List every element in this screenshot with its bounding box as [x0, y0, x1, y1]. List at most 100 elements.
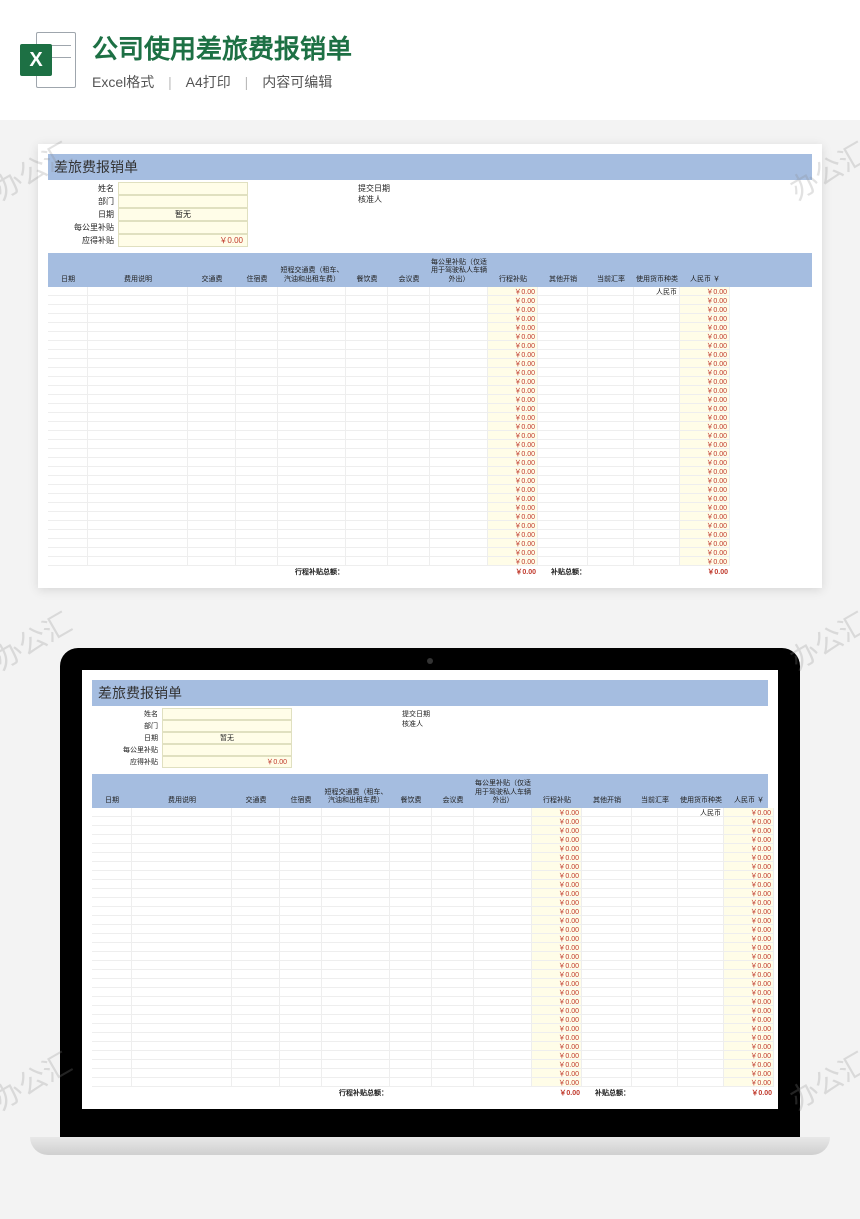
table-cell[interactable] [132, 907, 232, 916]
table-cell[interactable] [280, 961, 322, 970]
table-cell[interactable] [538, 548, 588, 557]
table-cell[interactable] [346, 422, 388, 431]
table-cell[interactable] [322, 1033, 390, 1042]
table-cell[interactable] [632, 970, 678, 979]
table-cell[interactable] [188, 413, 236, 422]
table-cell[interactable] [346, 377, 388, 386]
table-cell[interactable] [632, 844, 678, 853]
table-cell[interactable] [390, 1006, 432, 1015]
table-cell[interactable] [432, 889, 474, 898]
table-cell[interactable] [588, 440, 634, 449]
table-cell[interactable]: ￥0.00 [680, 485, 730, 494]
field-perkm[interactable] [162, 744, 292, 756]
table-cell[interactable]: ￥0.00 [724, 826, 774, 835]
table-cell[interactable] [322, 979, 390, 988]
table-cell[interactable] [278, 539, 346, 548]
table-cell[interactable] [474, 880, 532, 889]
table-cell[interactable] [48, 476, 88, 485]
table-cell[interactable] [92, 853, 132, 862]
table-cell[interactable] [346, 332, 388, 341]
table-cell[interactable]: ￥0.00 [532, 970, 582, 979]
table-cell[interactable] [280, 853, 322, 862]
table-cell[interactable] [474, 1042, 532, 1051]
table-cell[interactable] [322, 898, 390, 907]
table-cell[interactable]: ￥0.00 [532, 925, 582, 934]
table-cell[interactable] [232, 925, 280, 934]
table-cell[interactable]: ￥0.00 [724, 934, 774, 943]
table-cell[interactable]: ￥0.00 [488, 440, 538, 449]
table-cell[interactable] [346, 467, 388, 476]
table-cell[interactable] [388, 305, 430, 314]
table-cell[interactable] [388, 413, 430, 422]
table-cell[interactable] [88, 296, 188, 305]
table-cell[interactable] [322, 826, 390, 835]
table-cell[interactable] [92, 835, 132, 844]
table-cell[interactable] [188, 467, 236, 476]
table-cell[interactable] [132, 871, 232, 880]
table-cell[interactable] [92, 961, 132, 970]
table-cell[interactable] [278, 386, 346, 395]
table-cell[interactable] [430, 440, 488, 449]
table-cell[interactable] [538, 422, 588, 431]
table-cell[interactable] [322, 916, 390, 925]
table-cell[interactable]: ￥0.00 [532, 943, 582, 952]
table-cell[interactable] [322, 1024, 390, 1033]
table-cell[interactable]: ￥0.00 [532, 826, 582, 835]
table-cell[interactable] [538, 413, 588, 422]
table-cell[interactable]: ￥0.00 [488, 485, 538, 494]
table-cell[interactable] [88, 305, 188, 314]
table-cell[interactable] [538, 350, 588, 359]
table-cell[interactable]: ￥0.00 [488, 413, 538, 422]
table-cell[interactable] [388, 503, 430, 512]
table-cell[interactable] [432, 907, 474, 916]
table-cell[interactable] [132, 844, 232, 853]
table-cell[interactable] [88, 368, 188, 377]
table-cell[interactable] [678, 907, 724, 916]
table-cell[interactable] [588, 458, 634, 467]
table-cell[interactable]: ￥0.00 [680, 476, 730, 485]
table-cell[interactable] [678, 880, 724, 889]
table-cell[interactable] [632, 1069, 678, 1078]
table-cell[interactable] [48, 557, 88, 566]
table-cell[interactable] [48, 287, 88, 296]
table-cell[interactable] [430, 296, 488, 305]
table-cell[interactable] [188, 305, 236, 314]
table-cell[interactable] [92, 880, 132, 889]
table-cell[interactable]: ￥0.00 [680, 422, 730, 431]
table-cell[interactable] [632, 934, 678, 943]
table-cell[interactable] [88, 377, 188, 386]
table-cell[interactable]: ￥0.00 [724, 844, 774, 853]
table-cell[interactable]: ￥0.00 [532, 1006, 582, 1015]
table-cell[interactable] [236, 323, 278, 332]
table-cell[interactable] [278, 413, 346, 422]
table-cell[interactable] [232, 871, 280, 880]
table-cell[interactable]: ￥0.00 [680, 413, 730, 422]
table-cell[interactable]: ￥0.00 [532, 916, 582, 925]
table-cell[interactable] [432, 934, 474, 943]
table-cell[interactable]: ￥0.00 [680, 530, 730, 539]
table-cell[interactable] [390, 1015, 432, 1024]
table-cell[interactable] [322, 889, 390, 898]
table-cell[interactable] [132, 1042, 232, 1051]
table-cell[interactable]: ￥0.00 [724, 898, 774, 907]
table-cell[interactable] [88, 350, 188, 359]
table-cell[interactable] [582, 979, 632, 988]
table-cell[interactable] [432, 835, 474, 844]
table-cell[interactable] [280, 988, 322, 997]
table-cell[interactable] [92, 970, 132, 979]
table-cell[interactable]: ￥0.00 [488, 305, 538, 314]
table-cell[interactable] [188, 485, 236, 494]
table-cell[interactable]: ￥0.00 [488, 422, 538, 431]
table-cell[interactable] [588, 323, 634, 332]
table-cell[interactable] [92, 1033, 132, 1042]
table-cell[interactable] [390, 1069, 432, 1078]
table-cell[interactable]: ￥0.00 [680, 494, 730, 503]
table-cell[interactable]: ￥0.00 [532, 817, 582, 826]
table-cell[interactable] [582, 1006, 632, 1015]
table-cell[interactable] [92, 1069, 132, 1078]
table-cell[interactable] [390, 934, 432, 943]
table-cell[interactable]: ￥0.00 [488, 287, 538, 296]
table-cell[interactable] [588, 314, 634, 323]
table-cell[interactable] [278, 314, 346, 323]
table-cell[interactable] [232, 817, 280, 826]
